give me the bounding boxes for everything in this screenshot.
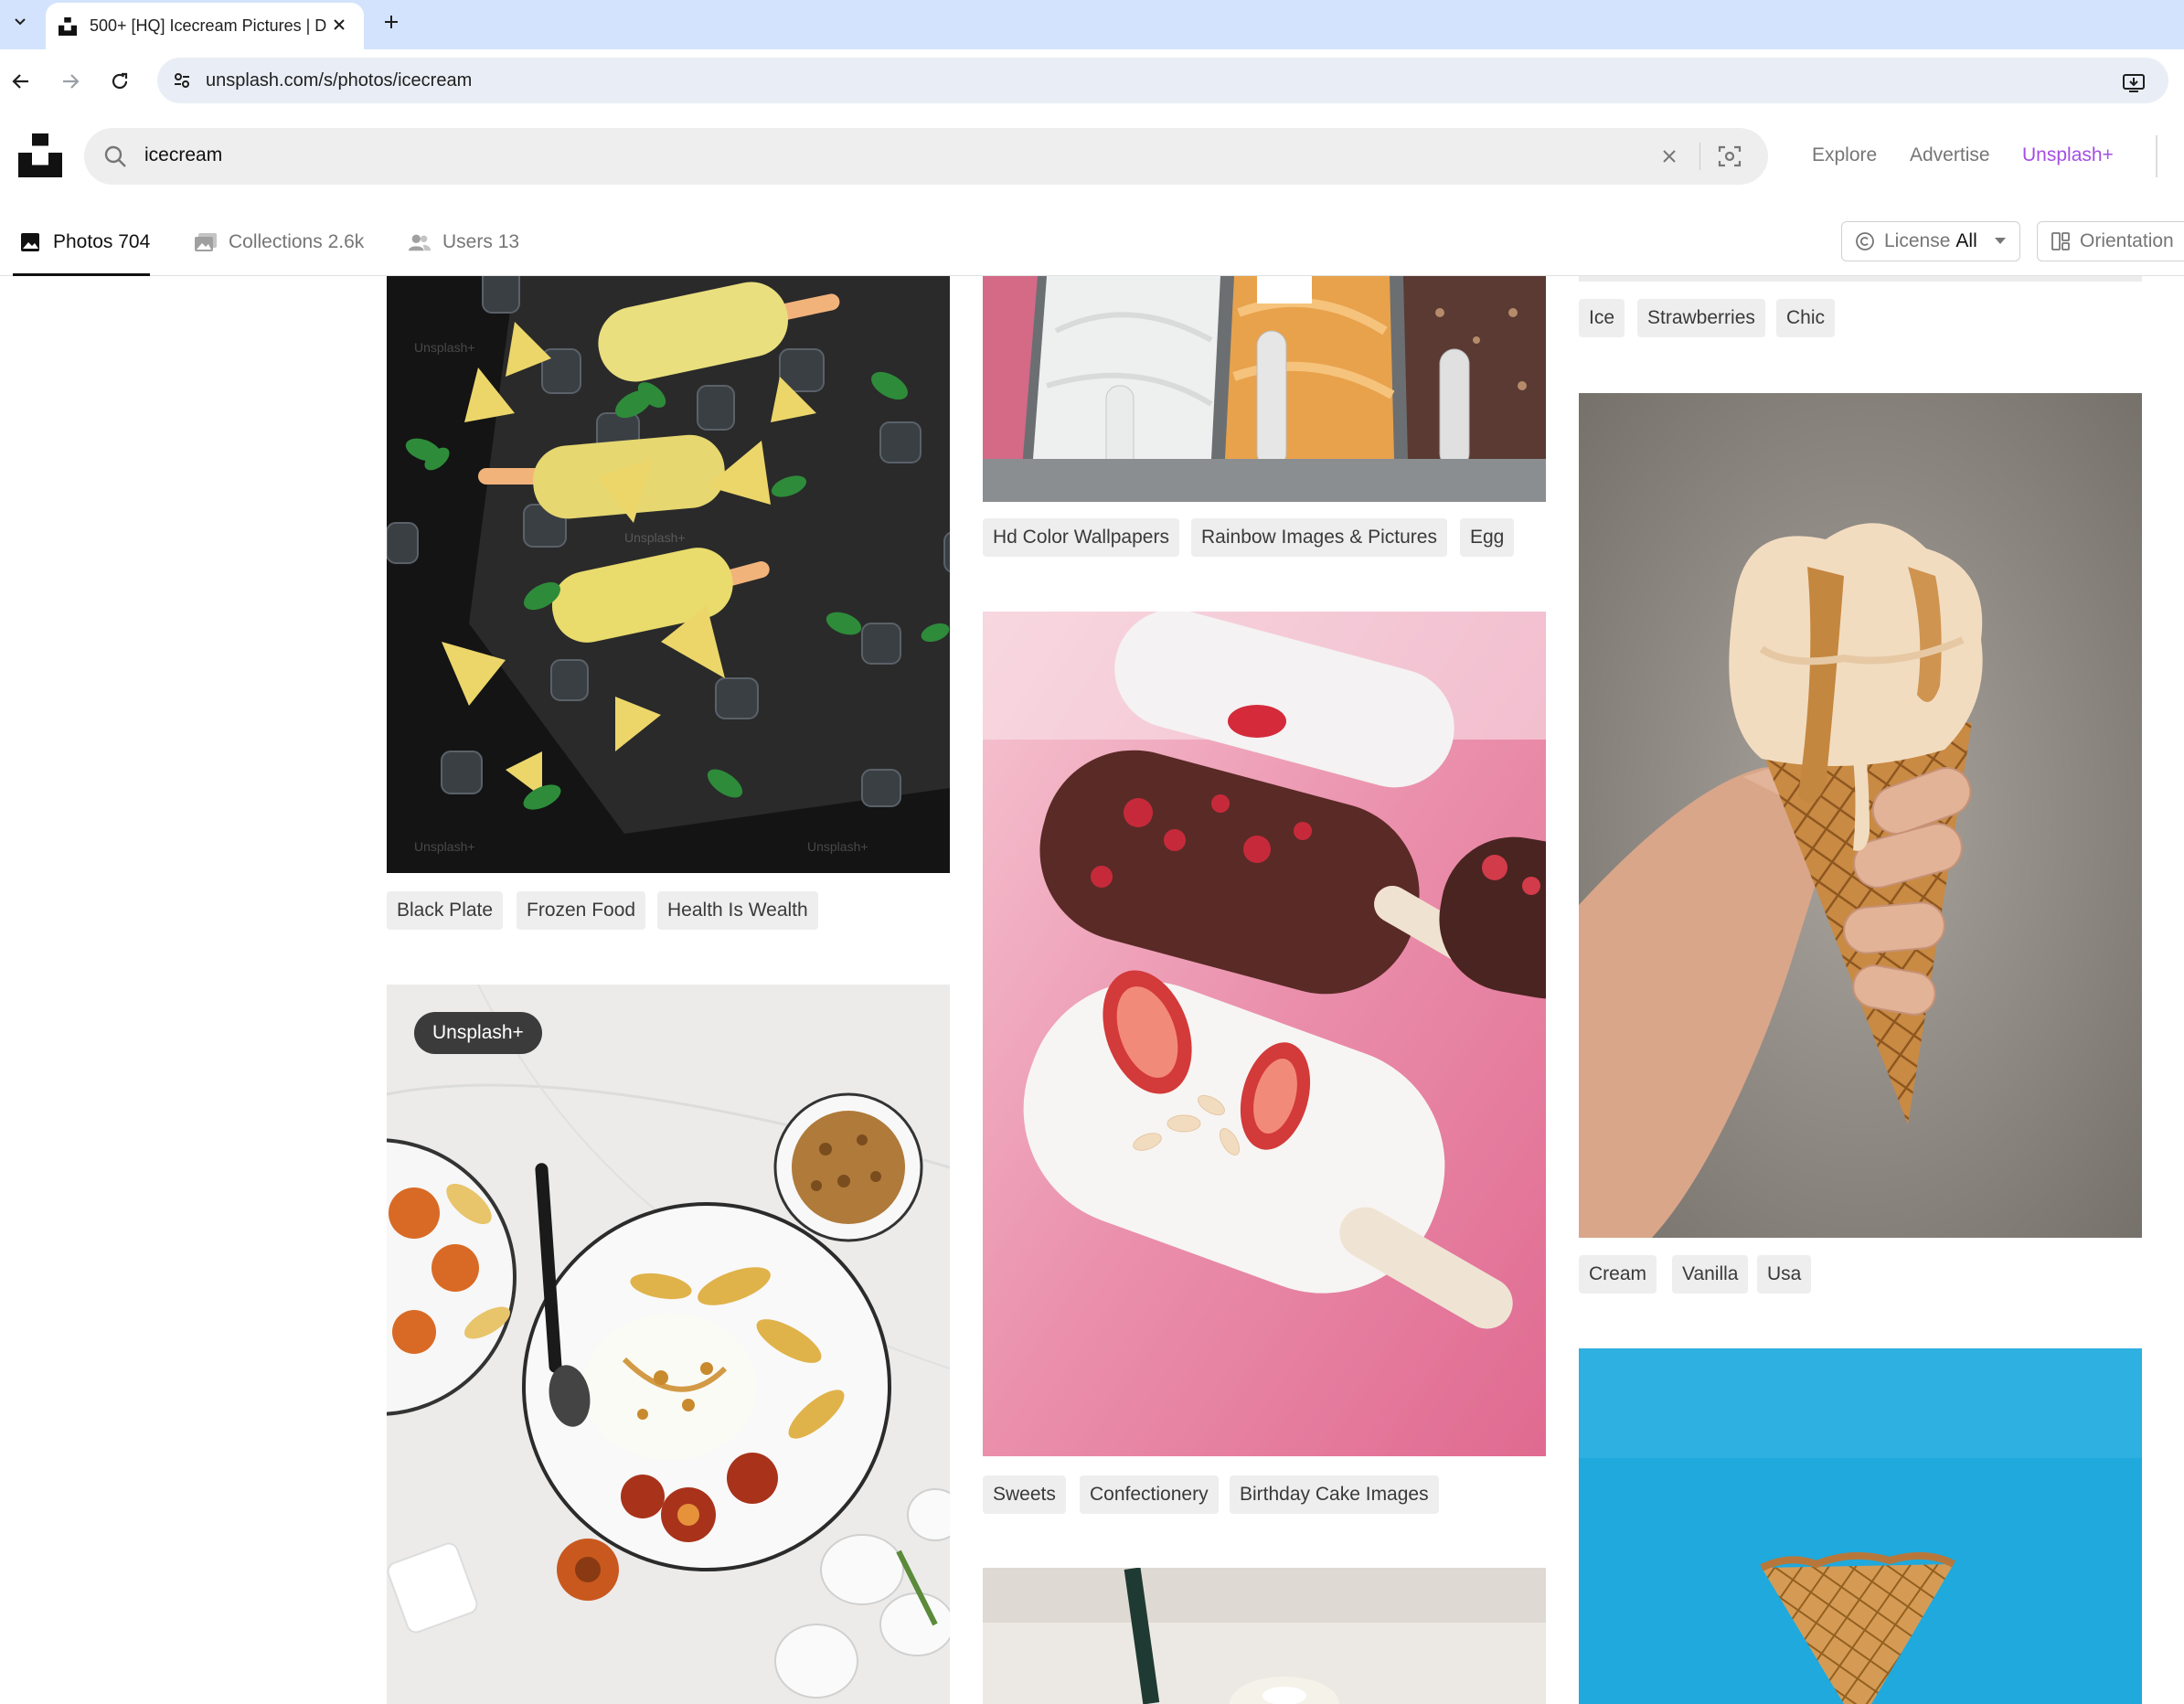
photo-cone-blue[interactable] <box>1579 1348 2142 1704</box>
tab-photos-count: 704 <box>118 231 151 252</box>
copyright-icon <box>1856 232 1874 250</box>
orientation-filter-dropdown[interactable]: Orientation <box>2037 221 2184 261</box>
tab-close-button[interactable] <box>329 15 349 35</box>
arrow-left-icon <box>12 74 28 89</box>
tab-collections-label: Collections <box>229 231 323 252</box>
photo-icon <box>18 230 42 254</box>
browser-tabstrip: 500+ [HQ] Icecream Pictures | D <box>0 0 2184 49</box>
collections-icon <box>194 230 218 254</box>
license-value: All <box>1955 230 1977 251</box>
unsplash-logo[interactable] <box>17 133 63 177</box>
install-app-button[interactable] <box>2120 69 2147 97</box>
photo-vanilla-cone[interactable] <box>1579 393 2142 1238</box>
tag-chip[interactable]: Usa <box>1757 1255 1812 1294</box>
header-divider <box>2156 135 2157 177</box>
search-icon[interactable] <box>102 144 128 169</box>
close-icon <box>1663 150 1676 163</box>
tag-chip[interactable]: Cream <box>1579 1255 1657 1294</box>
photo-cone-blue-image <box>1579 1348 2142 1704</box>
active-tab-underline <box>13 273 150 276</box>
unsplash-plus-badge: Unsplash+ <box>414 1012 542 1054</box>
nav-explore[interactable]: Explore <box>1812 144 1877 166</box>
tab-users-count: 13 <box>497 231 520 252</box>
tag-chip[interactable]: Ice <box>1579 299 1625 337</box>
tag-chip[interactable]: Rainbow Images & Pictures <box>1191 518 1447 557</box>
photo-gelato-display-image <box>983 276 1546 502</box>
photo-yogurt-bowl-image <box>387 985 950 1704</box>
photo-melon-popsicles[interactable]: Unsplash+ Unsplash+ Unsplash+ Unsplash+ <box>387 276 950 873</box>
nav-unsplash-plus[interactable]: Unsplash+ <box>2022 144 2114 166</box>
tab-users[interactable]: Users 13 <box>408 208 519 276</box>
tag-chip[interactable]: Chic <box>1776 299 1836 337</box>
orientation-label: Orientation <box>2080 230 2174 251</box>
tab-title: 500+ [HQ] Icecream Pictures | D <box>90 16 327 35</box>
photo-yogurt-bowl[interactable]: Unsplash+ <box>387 985 950 1704</box>
orientation-icon <box>2051 232 2070 250</box>
tab-search-button[interactable] <box>5 7 35 37</box>
visual-search-button[interactable] <box>1716 143 1743 170</box>
nav-advertise[interactable]: Advertise <box>1910 144 1990 166</box>
plus-icon <box>385 16 398 28</box>
photo-melon-popsicles-image <box>387 276 950 873</box>
search-filter-row: Photos 704 Collections 2.6k Users 13 Lic… <box>0 208 2184 276</box>
tab-users-label: Users <box>442 231 493 252</box>
watermark-text: Unsplash+ <box>414 839 475 854</box>
address-bar[interactable]: unsplash.com/s/photos/icecream <box>157 58 2168 103</box>
tag-chip[interactable]: Black Plate <box>387 891 504 930</box>
new-tab-button[interactable] <box>377 7 406 37</box>
search-input[interactable] <box>144 144 1607 166</box>
tab-photos[interactable]: Photos 704 <box>18 208 150 276</box>
chevron-down-icon <box>15 18 26 26</box>
photo-previous-bottom-edge[interactable] <box>1579 276 2142 282</box>
reload-button[interactable] <box>104 66 135 97</box>
photo-ice-cream-cup-image <box>983 1568 1546 1704</box>
tag-chip[interactable]: Frozen Food <box>517 891 646 930</box>
tag-chip[interactable]: Confectionery <box>1080 1475 1219 1514</box>
photo-ice-cream-bars[interactable] <box>983 612 1546 1456</box>
tune-icon <box>175 73 189 88</box>
arrow-right-icon <box>63 74 80 89</box>
visual-search-icon <box>1718 145 1742 167</box>
license-label: License <box>1884 230 1951 251</box>
install-icon <box>2123 74 2145 92</box>
watermark-text: Unsplash+ <box>414 340 475 355</box>
search-bar <box>84 128 1768 185</box>
close-icon <box>334 19 345 30</box>
tag-chip[interactable]: Birthday Cake Images <box>1230 1475 1439 1514</box>
users-icon <box>408 230 431 254</box>
caret-down-icon <box>1994 238 2006 244</box>
site-info-button[interactable] <box>166 65 197 96</box>
tab-photos-label: Photos <box>53 231 113 252</box>
tag-chip[interactable]: Sweets <box>983 1475 1066 1514</box>
search-divider <box>1699 143 1700 170</box>
site-header: Explore Advertise Unsplash+ Photos 704 C… <box>0 112 2184 276</box>
back-button[interactable] <box>5 66 37 97</box>
photo-gelato-display[interactable] <box>983 276 1546 502</box>
tag-chip[interactable]: Health Is Wealth <box>657 891 818 930</box>
tag-chip[interactable]: Vanilla <box>1672 1255 1749 1294</box>
browser-toolbar: unsplash.com/s/photos/icecream <box>0 49 2184 112</box>
reload-icon <box>112 72 128 90</box>
forward-button[interactable] <box>55 66 86 97</box>
photo-ice-cream-bars-image <box>983 612 1546 1456</box>
tag-chip[interactable]: Hd Color Wallpapers <box>983 518 1179 557</box>
watermark-text: Unsplash+ <box>807 839 868 854</box>
photo-vanilla-cone-image <box>1579 393 2142 1238</box>
tag-chip[interactable]: Egg <box>1460 518 1515 557</box>
url-text: unsplash.com/s/photos/icecream <box>206 70 473 91</box>
unsplash-logo-icon <box>18 133 62 177</box>
clear-search-button[interactable] <box>1657 144 1682 169</box>
photo-ice-cream-cup[interactable] <box>983 1568 1546 1704</box>
tab-collections-count: 2.6k <box>327 231 365 252</box>
watermark-text: Unsplash+ <box>624 530 686 545</box>
browser-tab-active[interactable]: 500+ [HQ] Icecream Pictures | D <box>46 3 364 49</box>
unsplash-favicon-icon <box>59 16 77 36</box>
tag-chip[interactable]: Strawberries <box>1637 299 1765 337</box>
license-filter-dropdown[interactable]: License All <box>1841 221 2020 261</box>
tab-collections[interactable]: Collections 2.6k <box>194 208 364 276</box>
